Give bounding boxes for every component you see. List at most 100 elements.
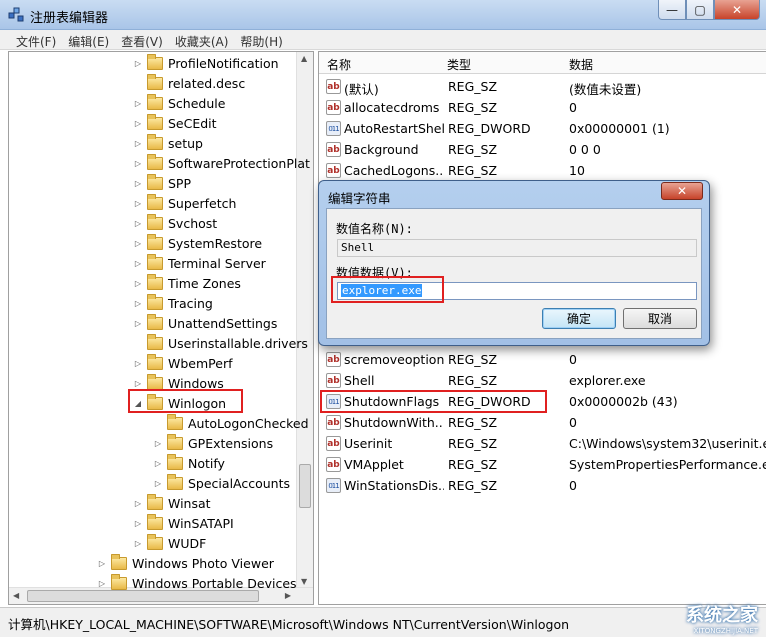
- expand-arrow-icon[interactable]: ▷: [133, 319, 143, 328]
- list-row[interactable]: ab (默认) REG_SZ (数值未设置): [319, 77, 766, 98]
- list-row[interactable]: 011 WinStationsDis... REG_SZ 0: [319, 476, 766, 497]
- expand-arrow-icon[interactable]: ▷: [133, 99, 143, 108]
- expand-arrow-icon[interactable]: ▷: [97, 559, 107, 568]
- value-data-input[interactable]: explorer.exe: [337, 282, 697, 300]
- list-row[interactable]: ab scremoveoption REG_SZ 0: [319, 350, 766, 371]
- expand-arrow-icon[interactable]: ▷: [133, 219, 143, 228]
- title-bar: 注册表编辑器 — ▢ ✕: [0, 0, 766, 30]
- tree-vertical-scroll-thumb[interactable]: [299, 464, 311, 508]
- list-row[interactable]: ab Userinit REG_SZ C:\Windows\system32\user…: [319, 434, 766, 455]
- menu-edit[interactable]: 编辑(E): [62, 30, 115, 49]
- tree-item[interactable]: ▷ GPExtensions: [153, 433, 273, 453]
- list-row[interactable]: ab Background REG_SZ 0 0 0: [319, 140, 766, 161]
- tree-item-label: WUDF: [168, 535, 207, 551]
- expand-arrow-icon[interactable]: ▷: [133, 279, 143, 288]
- expand-arrow-icon[interactable]: ▷: [133, 179, 143, 188]
- tree-item[interactable]: ▷ SystemRestore: [133, 233, 262, 253]
- expand-arrow-icon[interactable]: ▷: [133, 299, 143, 308]
- list-row[interactable]: ab allocatecdroms REG_SZ 0: [319, 98, 766, 119]
- list-row[interactable]: ab Shell REG_SZ explorer.exe: [319, 371, 766, 392]
- folder-icon: [147, 493, 163, 510]
- tree-item[interactable]: related.desc: [133, 73, 245, 93]
- expand-arrow-icon[interactable]: ▷: [133, 119, 143, 128]
- expand-arrow-icon[interactable]: ▷: [133, 359, 143, 368]
- tree-vertical-scrollbar[interactable]: ▲ ▼: [296, 52, 313, 588]
- binary-value-icon: 011: [326, 478, 341, 493]
- expand-arrow-icon[interactable]: ▷: [133, 379, 143, 388]
- value-name-field: Shell: [337, 239, 697, 257]
- tree-item[interactable]: ▷ SPP: [133, 173, 191, 193]
- tree-item[interactable]: ▷ WUDF: [133, 533, 206, 553]
- ok-button[interactable]: 确定: [542, 308, 616, 329]
- tree-item[interactable]: ▷ Notify: [153, 453, 225, 473]
- folder-icon: [147, 333, 163, 350]
- watermark-text: 系统之家: [686, 605, 758, 626]
- string-value-icon: ab: [326, 79, 341, 94]
- tree-item[interactable]: Userinstallable.drivers: [133, 333, 308, 353]
- tree-item[interactable]: ▷ Time Zones: [133, 273, 241, 293]
- column-header-name[interactable]: 名称: [327, 56, 351, 73]
- tree-item[interactable]: ◢ Winlogon: [133, 393, 226, 413]
- tree-item[interactable]: ▷ Superfetch: [133, 193, 236, 213]
- tree-item[interactable]: ▷ Winsat: [133, 493, 211, 513]
- tree-item[interactable]: ▷ SoftwareProtectionPlat: [133, 153, 310, 173]
- tree-item[interactable]: ▷ SeCEdit: [133, 113, 217, 133]
- watermark-subtext: XITONGZHIJIA.NET: [693, 627, 758, 635]
- expand-arrow-icon[interactable]: ▷: [133, 159, 143, 168]
- tree-item[interactable]: ▷ Svchost: [133, 213, 217, 233]
- menu-favorites[interactable]: 收藏夹(A): [169, 30, 235, 49]
- tree-item[interactable]: ▷ SpecialAccounts: [153, 473, 290, 493]
- tree-item[interactable]: ▷ UnattendSettings: [133, 313, 277, 333]
- column-header-type[interactable]: 类型: [447, 56, 471, 73]
- tree-item-label: WbemPerf: [168, 355, 233, 371]
- expand-arrow-icon[interactable]: ▷: [133, 199, 143, 208]
- expand-arrow-icon[interactable]: ▷: [153, 439, 163, 448]
- tree-item[interactable]: ▷ setup: [133, 133, 203, 153]
- tree-item[interactable]: ▷ WinSATAPI: [133, 513, 234, 533]
- dialog-close-button[interactable]: ✕: [661, 182, 703, 200]
- tree-item[interactable]: ▷ Schedule: [133, 93, 225, 113]
- list-row[interactable]: 011 AutoRestartShell REG_DWORD 0x00000001 (…: [319, 119, 766, 140]
- column-header-data[interactable]: 数据: [569, 56, 593, 73]
- maximize-button[interactable]: ▢: [686, 0, 714, 20]
- menu-file[interactable]: 文件(F): [10, 30, 62, 49]
- expand-arrow-icon[interactable]: ◢: [133, 399, 143, 408]
- list-row[interactable]: ab VMApplet REG_SZ SystemPropertiesPerforma…: [319, 455, 766, 476]
- expand-arrow-icon[interactable]: ▷: [153, 479, 163, 488]
- expand-arrow-icon[interactable]: ▷: [133, 259, 143, 268]
- scroll-up-icon[interactable]: ▲: [301, 54, 307, 63]
- tree-item-label: SeCEdit: [168, 115, 217, 131]
- expand-arrow-icon[interactable]: ▷: [133, 499, 143, 508]
- folder-icon: [167, 453, 183, 470]
- cancel-button[interactable]: 取消: [623, 308, 697, 329]
- tree-item[interactable]: ▷ Tracing: [133, 293, 213, 313]
- menu-view[interactable]: 查看(V): [115, 30, 169, 49]
- expand-arrow-icon[interactable]: ▷: [133, 239, 143, 248]
- close-button[interactable]: ✕: [714, 0, 760, 20]
- expand-arrow-icon[interactable]: ▷: [97, 579, 107, 588]
- expand-arrow-icon[interactable]: ▷: [133, 519, 143, 528]
- list-row[interactable]: ab CachedLogons... REG_SZ 10: [319, 161, 766, 182]
- menu-help[interactable]: 帮助(H): [234, 30, 288, 49]
- list-row[interactable]: 011 ShutdownFlags REG_DWORD 0x0000002b (43): [319, 392, 766, 413]
- tree-item[interactable]: ▷ Terminal Server: [133, 253, 266, 273]
- folder-icon: [147, 153, 163, 170]
- expand-arrow-icon[interactable]: ▷: [133, 59, 143, 68]
- expand-arrow-icon[interactable]: ▷: [153, 459, 163, 468]
- scroll-left-icon[interactable]: ◀: [13, 591, 19, 600]
- tree-item[interactable]: ▷ Windows: [133, 373, 224, 393]
- value-name-label: 数值名称(N):: [336, 222, 413, 236]
- expand-arrow-icon[interactable]: ▷: [133, 139, 143, 148]
- scroll-down-icon[interactable]: ▼: [301, 577, 307, 586]
- tree-item-label: Schedule: [168, 95, 226, 111]
- registry-tree[interactable]: ▲ ▼ ◀ ▶ ▷ ProfileNotification related.desc…: [8, 51, 314, 605]
- tree-item[interactable]: ▷ WbemPerf: [133, 353, 232, 373]
- list-row[interactable]: ab ShutdownWith... REG_SZ 0: [319, 413, 766, 434]
- tree-item[interactable]: ▷ ProfileNotification: [133, 53, 279, 73]
- tree-item[interactable]: AutoLogonChecked: [153, 413, 309, 433]
- tree-item[interactable]: ▷ Windows Photo Viewer: [97, 553, 274, 573]
- tree-item[interactable]: ▷ Windows Portable Devices: [97, 573, 297, 593]
- minimize-button[interactable]: —: [658, 0, 686, 20]
- expand-arrow-icon[interactable]: ▷: [133, 539, 143, 548]
- tree-item-label: related.desc: [168, 75, 246, 91]
